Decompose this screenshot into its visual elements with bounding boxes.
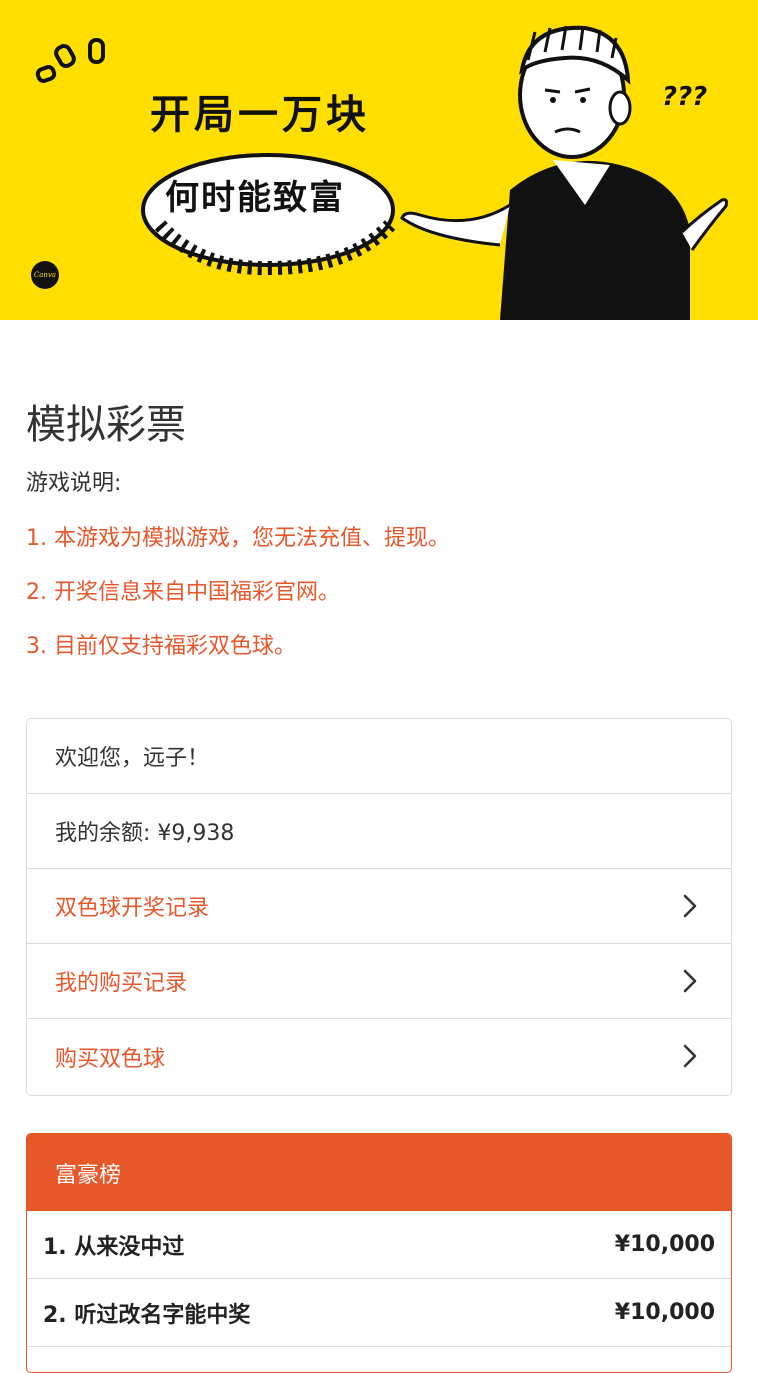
balance-text: 我的余额: ¥9,938 [55,821,235,846]
buy-lottery-link[interactable]: 购买双色球 [27,1019,731,1094]
chevron-right-icon [683,894,697,918]
chevron-right-icon [683,1044,697,1068]
banner-subtitle: 何时能致富 [165,178,345,218]
lottery-history-link[interactable]: 双色球开奖记录 [27,869,731,944]
leaderboard-header: 富豪榜 [27,1134,731,1211]
leaderboard-amount: ¥10,000 [614,1300,715,1325]
leaderboard-title: 富豪榜 [55,1162,122,1188]
welcome-row: 欢迎您，远子！ [27,719,731,794]
lottery-history-label: 双色球开奖记录 [55,896,210,921]
leaderboard-card: 富豪榜 1. 从来没中过 ¥10,000 2. 听过改名字能中奖 ¥10,000 [26,1133,732,1373]
welcome-text: 欢迎您，远子！ [55,746,210,771]
leaderboard-amount: ¥10,000 [614,1232,715,1257]
canva-logo: Canva [31,261,59,289]
purchase-history-link[interactable]: 我的购买记录 [27,944,731,1019]
page-title: 模拟彩票 [26,402,186,448]
rule-item: 1. 本游戏为模拟游戏，您无法充值、提现。 [26,526,450,551]
buy-lottery-label: 购买双色球 [55,1046,166,1072]
leaderboard-row: 1. 从来没中过 ¥10,000 [27,1211,731,1279]
rule-item: 3. 目前仅支持福彩双色球。 [26,634,296,659]
hero-banner: 开局一万块 何时能致富 ??? Canva [0,0,758,320]
banner-title: 开局一万块 [150,92,370,138]
purchase-history-label: 我的购买记录 [55,971,188,996]
balance-row: 我的余额: ¥9,938 [27,794,731,869]
leaderboard-row: 2. 听过改名字能中奖 ¥10,000 [27,1279,731,1347]
leaderboard-name: 1. 从来没中过 [43,1234,185,1260]
intro-label: 游戏说明: [26,471,122,496]
banner-illustration [35,25,728,320]
rule-item: 2. 开奖信息来自中国福彩官网。 [26,580,340,605]
account-card: 欢迎您，远子！ 我的余额: ¥9,938 双色球开奖记录 我的购买记录 购买双色… [26,718,732,1096]
banner-question-marks: ??? [662,82,708,112]
chevron-right-icon [683,969,697,993]
leaderboard-name: 2. 听过改名字能中奖 [43,1302,251,1328]
